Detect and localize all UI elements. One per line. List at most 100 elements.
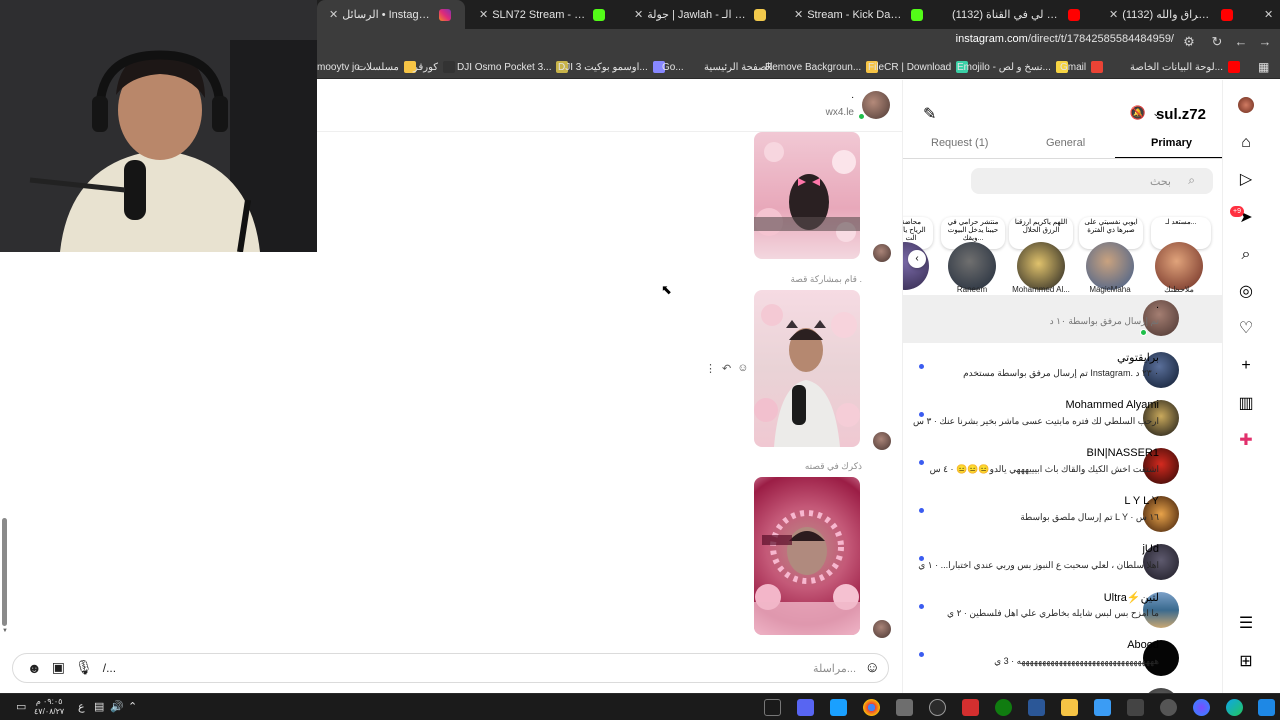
tab-instagram[interactable]: ✕ الرسائل • Instagram (9) (317, 0, 465, 29)
taskbar-clock[interactable]: ٠٩:٠٥ م ٤٧/٠٨/٢٧ (34, 697, 64, 717)
site-settings-icon[interactable]: ⚙ (1179, 32, 1199, 52)
settings-icon[interactable] (1160, 699, 1177, 716)
taskbar-app-icon[interactable] (1094, 699, 1111, 716)
account-username[interactable]: sul.z72 (1156, 106, 1206, 123)
edge-icon[interactable] (1226, 699, 1243, 716)
volume-icon[interactable]: 🔊 (110, 700, 124, 713)
explore-icon[interactable]: ◎ (1237, 283, 1255, 301)
sender-avatar[interactable] (873, 432, 891, 450)
close-tab-icon[interactable]: ✕ (634, 8, 643, 21)
inbox-search[interactable]: بحث ⌕ (971, 168, 1213, 194)
taskbar-app-icon[interactable] (1028, 699, 1045, 716)
file-explorer-icon[interactable] (1061, 699, 1078, 716)
chat-header-username[interactable]: wx4.le (826, 107, 854, 118)
more-options-icon[interactable]: ⋮ (705, 362, 716, 375)
taskbar-app-icon[interactable] (929, 699, 946, 716)
taskbar-app-icon[interactable] (764, 699, 781, 716)
emoji-picker-icon[interactable]: ☺ (865, 659, 880, 676)
bookmark-item[interactable]: Gmail (1060, 55, 1108, 79)
gif-button[interactable]: /... (103, 661, 116, 675)
conversation-item[interactable]: برايقتوتي تم إرسال مرفق بواسطة مستخدم In… (903, 347, 1222, 395)
conversation-item[interactable]: Mohammed Alyami ارحب السلطي لك فتره مابت… (903, 395, 1222, 443)
taskbar-app-icon[interactable] (1193, 699, 1210, 716)
tab-close-last[interactable]: ✕ (1252, 0, 1278, 29)
chat-header-avatar[interactable] (862, 91, 890, 119)
react-emoji-icon[interactable]: ☺ (737, 362, 748, 375)
create-icon[interactable]: + (1237, 357, 1255, 375)
voice-clip-icon[interactable]: 🎙 (75, 659, 93, 676)
heart-icon[interactable]: ♡ (1237, 320, 1255, 338)
message-input[interactable]: مراسلة... (813, 662, 856, 675)
notes-scroll-left-icon[interactable]: ‹ (908, 250, 926, 268)
dashboard-icon[interactable]: ▥ (1237, 395, 1255, 413)
bookmark-item[interactable]: Emojilo - نسخ و لص... (957, 55, 1073, 79)
bookmark-item[interactable]: لوحة البيانات الخاصة... (1130, 55, 1245, 79)
address-bar[interactable]: instagram.com/direct/t/17842585584484959… (956, 33, 1174, 45)
network-icon[interactable]: ▤ (94, 700, 104, 713)
note-avatar[interactable] (1017, 242, 1065, 290)
conversation-item[interactable]: jUd اهلا سلطان ، لعلي سحبت ع النبوز بس و… (903, 539, 1222, 587)
conversation-item-partial[interactable] (903, 683, 1222, 693)
conversation-item[interactable]: Abood هههههههههههههههههههههههههههههههههه… (903, 635, 1222, 683)
show-hidden-icons-icon[interactable]: ⌃ (128, 700, 137, 713)
note-avatar[interactable] (1155, 242, 1203, 290)
tab-jawlah[interactable]: ✕ جولة | Jawlah - منصة الألعاب الـ (622, 0, 780, 29)
chrome-icon[interactable] (863, 699, 880, 716)
conversation-item[interactable]: L Y L Y تم إرسال ملصق بواسطة L Y · ١٦ س (903, 491, 1222, 539)
close-tab-icon[interactable]: ✕ (794, 8, 803, 21)
tab-sln72-stream[interactable]: ✕ SLN72 Stream - Watch Live on (467, 0, 619, 29)
bookmark-item[interactable]: DJI Osmo Pocket 3... (457, 55, 573, 79)
xbox-icon[interactable] (995, 699, 1012, 716)
close-tab-icon[interactable]: ✕ (479, 8, 488, 21)
notification-icon[interactable]: ▭ (16, 700, 26, 713)
bookmark-item[interactable]: Remove Backgroun... (765, 55, 883, 79)
sender-avatar[interactable] (873, 244, 891, 262)
profile-avatar[interactable] (1238, 97, 1254, 113)
reload-icon[interactable]: ↻ (1207, 32, 1227, 52)
bookmark-item[interactable]: Go... (662, 55, 684, 79)
taskbar-app-icon[interactable] (896, 699, 913, 716)
search-input[interactable]: بحث (1150, 175, 1171, 188)
threads-icon[interactable]: ✚ (1237, 432, 1255, 450)
apps-grid-icon[interactable]: ▦ (1258, 55, 1269, 79)
chat-scrollbar[interactable] (2, 518, 7, 626)
forward-icon[interactable]: → (1255, 32, 1275, 52)
bookmark-item[interactable]: DJI اوسمو بوكيت 3... (558, 55, 670, 79)
taskbar-app-icon[interactable] (830, 699, 847, 716)
search-icon[interactable]: ⌕ (1237, 246, 1255, 264)
close-tab-icon[interactable]: ✕ (1264, 8, 1273, 21)
bookmark-item[interactable]: مسلسلات (357, 55, 421, 79)
tab-youtube-1[interactable]: (1132) اول مقطع لي في القناة (944, 0, 1094, 29)
taskbar-app-icon[interactable] (962, 699, 979, 716)
back-icon[interactable]: ← (1231, 32, 1251, 52)
tab-youtube-2[interactable]: ✕ (1132) من يحونك يا عراق والله (1097, 0, 1247, 29)
note-avatar[interactable] (948, 242, 996, 290)
apps-icon[interactable]: ⊞ (1237, 653, 1255, 671)
image-upload-icon[interactable]: ▣ (52, 659, 65, 676)
bookmark-item[interactable]: كورقر (413, 55, 460, 79)
new-message-icon[interactable]: ✎ (923, 104, 936, 124)
home-icon[interactable]: ⌂ (1237, 134, 1255, 152)
bookmark-item[interactable]: الصفحة الرئيسية (704, 55, 773, 79)
muted-icon[interactable]: 🔕 (1130, 105, 1146, 121)
tab-primary[interactable]: Primary (1151, 137, 1192, 149)
close-tab-icon[interactable]: ✕ (1109, 8, 1118, 21)
close-tab-icon[interactable]: ✕ (329, 8, 338, 21)
sticker-icon[interactable]: ☻ (27, 660, 42, 676)
conversation-item[interactable]: BIN|NASSER1 اشتقت اخش الكيك والقاك باث ا… (903, 443, 1222, 491)
reels-icon[interactable]: ▷ (1237, 171, 1255, 189)
scroll-down-icon[interactable]: ▼ (2, 628, 8, 634)
conversation-item[interactable]: . تم إرسال مرفق بواسطة ١٠ د (903, 295, 1222, 343)
discord-icon[interactable] (797, 699, 814, 716)
reply-icon[interactable]: ↶ (722, 362, 731, 375)
input-language[interactable]: ع (78, 700, 85, 713)
tab-kick-dashboard[interactable]: ✕ Stream - Kick Dashboard (782, 0, 937, 29)
taskbar-app-icon[interactable] (1127, 699, 1144, 716)
shared-story-message[interactable] (754, 290, 860, 447)
tab-requests[interactable]: Request (1) (931, 137, 988, 149)
menu-icon[interactable]: ☰ (1237, 615, 1255, 633)
conversation-item[interactable]: Ultra⚡لتين ما امزح بس لبس شايله بخاطري ع… (903, 587, 1222, 635)
tab-general[interactable]: General (1046, 137, 1085, 149)
shared-story-message[interactable] (754, 477, 860, 635)
windows-start-icon[interactable] (1258, 699, 1275, 716)
